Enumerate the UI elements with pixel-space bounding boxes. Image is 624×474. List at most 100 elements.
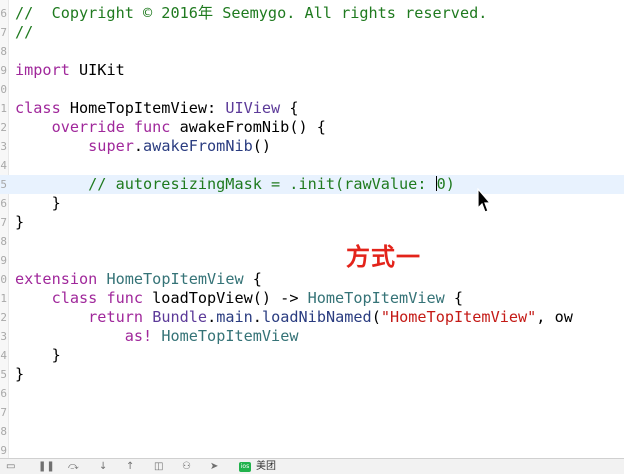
code-token: import: [15, 61, 70, 79]
code-text: return Bundle.main.loadNibNamed("HomeTop…: [15, 308, 573, 327]
code-token: awakeFromNib: [143, 137, 253, 155]
line-number: 9: [0, 444, 7, 457]
code-line[interactable]: 1 class HomeTopItemView: UIView {: [0, 99, 624, 118]
code-token: main: [216, 308, 253, 326]
code-line[interactable]: 9 import UIKit: [0, 61, 624, 80]
code-text: // autoresizingMask = .init(rawValue: 0): [15, 175, 455, 194]
code-token: }: [15, 346, 61, 364]
code-text: as! HomeTopItemView: [15, 327, 299, 346]
line-number: 6: [0, 197, 7, 210]
line-number: 5: [0, 368, 7, 381]
code-text: class func loadTopView() -> HomeTopItemV…: [15, 289, 463, 308]
code-token: (: [371, 308, 381, 326]
line-number: 1: [0, 292, 7, 305]
code-token: 0): [436, 175, 455, 193]
line-number: 0: [0, 273, 7, 286]
code-token: {: [444, 289, 464, 307]
code-line[interactable]: 7: [0, 403, 624, 422]
code-line[interactable]: 9: [0, 441, 624, 458]
code-text: extension HomeTopItemView {: [15, 270, 262, 289]
code-token: "HomeTopItemView": [380, 308, 537, 326]
code-token: .: [133, 137, 144, 155]
code-text: super.awakeFromNib(): [15, 137, 271, 156]
panel-toggle-icon[interactable]: ▭: [6, 461, 15, 473]
step-out-icon[interactable]: ↑: [126, 461, 134, 473]
step-over-icon[interactable]: ⤼: [68, 461, 79, 473]
view-hierarchy-icon[interactable]: ◫: [154, 461, 163, 473]
pause-icon[interactable]: ❚❚: [38, 461, 55, 473]
code-token: awakeFromNib() {: [170, 118, 326, 136]
code-line[interactable]: 0: [0, 80, 624, 99]
line-number: 0: [0, 83, 7, 96]
code-token: override func: [51, 118, 171, 136]
code-token: return: [88, 308, 144, 326]
mouse-pointer-icon: [477, 188, 492, 213]
line-number: 7: [0, 26, 7, 39]
code-line[interactable]: 8: [0, 42, 624, 61]
code-line[interactable]: 3 as! HomeTopItemView: [0, 327, 624, 346]
line-number: 9: [0, 64, 7, 77]
target-label[interactable]: 美团: [256, 461, 276, 473]
code-token: HomeTopItemView: [307, 289, 445, 307]
memory-graph-icon[interactable]: ⚇: [182, 461, 191, 473]
code-text: class HomeTopItemView: UIView {: [15, 99, 298, 118]
code-token: //: [15, 23, 34, 41]
line-number: 7: [0, 216, 7, 229]
code-token: loadTopView() ->: [143, 289, 308, 307]
code-line[interactable]: 2 override func awakeFromNib() {: [0, 118, 624, 137]
code-token: // Copyright © 2016年 Seemygo. All rights…: [15, 4, 488, 22]
code-line[interactable]: 8: [0, 422, 624, 441]
code-text: // Copyright © 2016年 Seemygo. All rights…: [15, 4, 487, 23]
code-line[interactable]: 3 super.awakeFromNib(): [0, 137, 624, 156]
line-number: 8: [0, 45, 7, 58]
code-line[interactable]: 6 }: [0, 194, 624, 213]
code-line-active[interactable]: 5 // autoresizingMask = .init(rawValue: …: [0, 175, 624, 194]
line-number: 3: [0, 140, 7, 153]
code-token: }: [15, 213, 25, 231]
line-number: 8: [0, 425, 7, 438]
code-token: , ow: [536, 308, 573, 326]
code-text: import UIKit: [15, 61, 125, 80]
step-into-icon[interactable]: ↓: [99, 461, 107, 473]
code-line[interactable]: 6 // Copyright © 2016年 Seemygo. All right…: [0, 4, 624, 23]
code-line[interactable]: 6: [0, 384, 624, 403]
code-line[interactable]: 7 //: [0, 23, 624, 42]
line-number: 7: [0, 406, 7, 419]
code-token: as!: [124, 327, 153, 345]
code-line[interactable]: 8: [0, 232, 624, 251]
code-line[interactable]: 0 extension HomeTopItemView {: [0, 270, 624, 289]
code-token: }: [15, 365, 25, 383]
code-token: super: [88, 137, 134, 155]
code-token: {: [280, 99, 299, 117]
code-line[interactable]: 2 return Bundle.main.loadNibNamed("HomeT…: [0, 308, 624, 327]
code-editor[interactable]: 6 // Copyright © 2016年 Seemygo. All right…: [0, 0, 624, 458]
code-token: (): [252, 137, 272, 155]
code-token: .: [207, 308, 217, 326]
code-token: }: [15, 194, 61, 212]
code-line[interactable]: 9: [0, 251, 624, 270]
code-token: HomeTopItemView: [161, 327, 299, 345]
code-token: // autoresizingMask = .init(rawValue:: [15, 175, 436, 193]
line-number: 9: [0, 254, 7, 267]
code-line[interactable]: 4 }: [0, 346, 624, 365]
code-line[interactable]: 4: [0, 156, 624, 175]
location-icon[interactable]: ➤: [210, 461, 218, 473]
line-number: 1: [0, 102, 7, 115]
code-line[interactable]: 7}: [0, 213, 624, 232]
code-text: }: [15, 213, 24, 232]
line-number: 5: [0, 178, 7, 191]
debug-toolbar: ▭ ❚❚ ⤼ ↓ ↑ ◫ ⚇ ➤ ios 美团: [0, 458, 624, 474]
line-number: 2: [0, 121, 7, 134]
app-badge[interactable]: ios: [239, 462, 251, 472]
line-number: 8: [0, 235, 7, 248]
line-number: 2: [0, 311, 7, 324]
code-line[interactable]: 1 class func loadTopView() -> HomeTopIte…: [0, 289, 624, 308]
line-number: 4: [0, 349, 7, 362]
code-line[interactable]: 5}: [0, 365, 624, 384]
line-number: 4: [0, 159, 7, 172]
